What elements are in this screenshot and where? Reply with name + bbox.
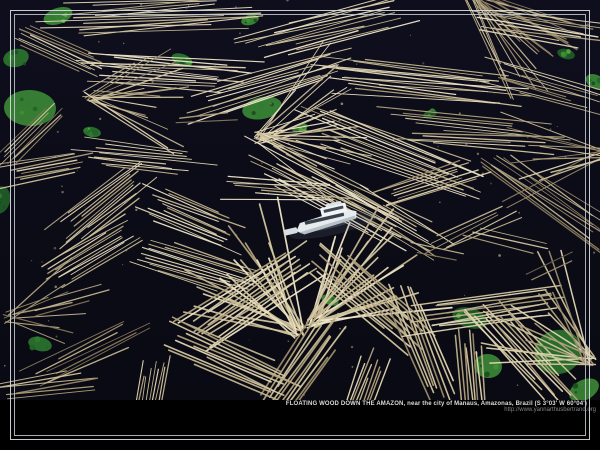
amazon-aerial-photo xyxy=(0,0,600,400)
caption: FLOATING WOOD DOWN THE AMAZON, near the … xyxy=(286,401,587,414)
wallpaper-canvas: FLOATING WOOD DOWN THE AMAZON, near the … xyxy=(0,0,600,450)
caption-url: http://www.yannarthusbertrand.org xyxy=(286,407,596,414)
